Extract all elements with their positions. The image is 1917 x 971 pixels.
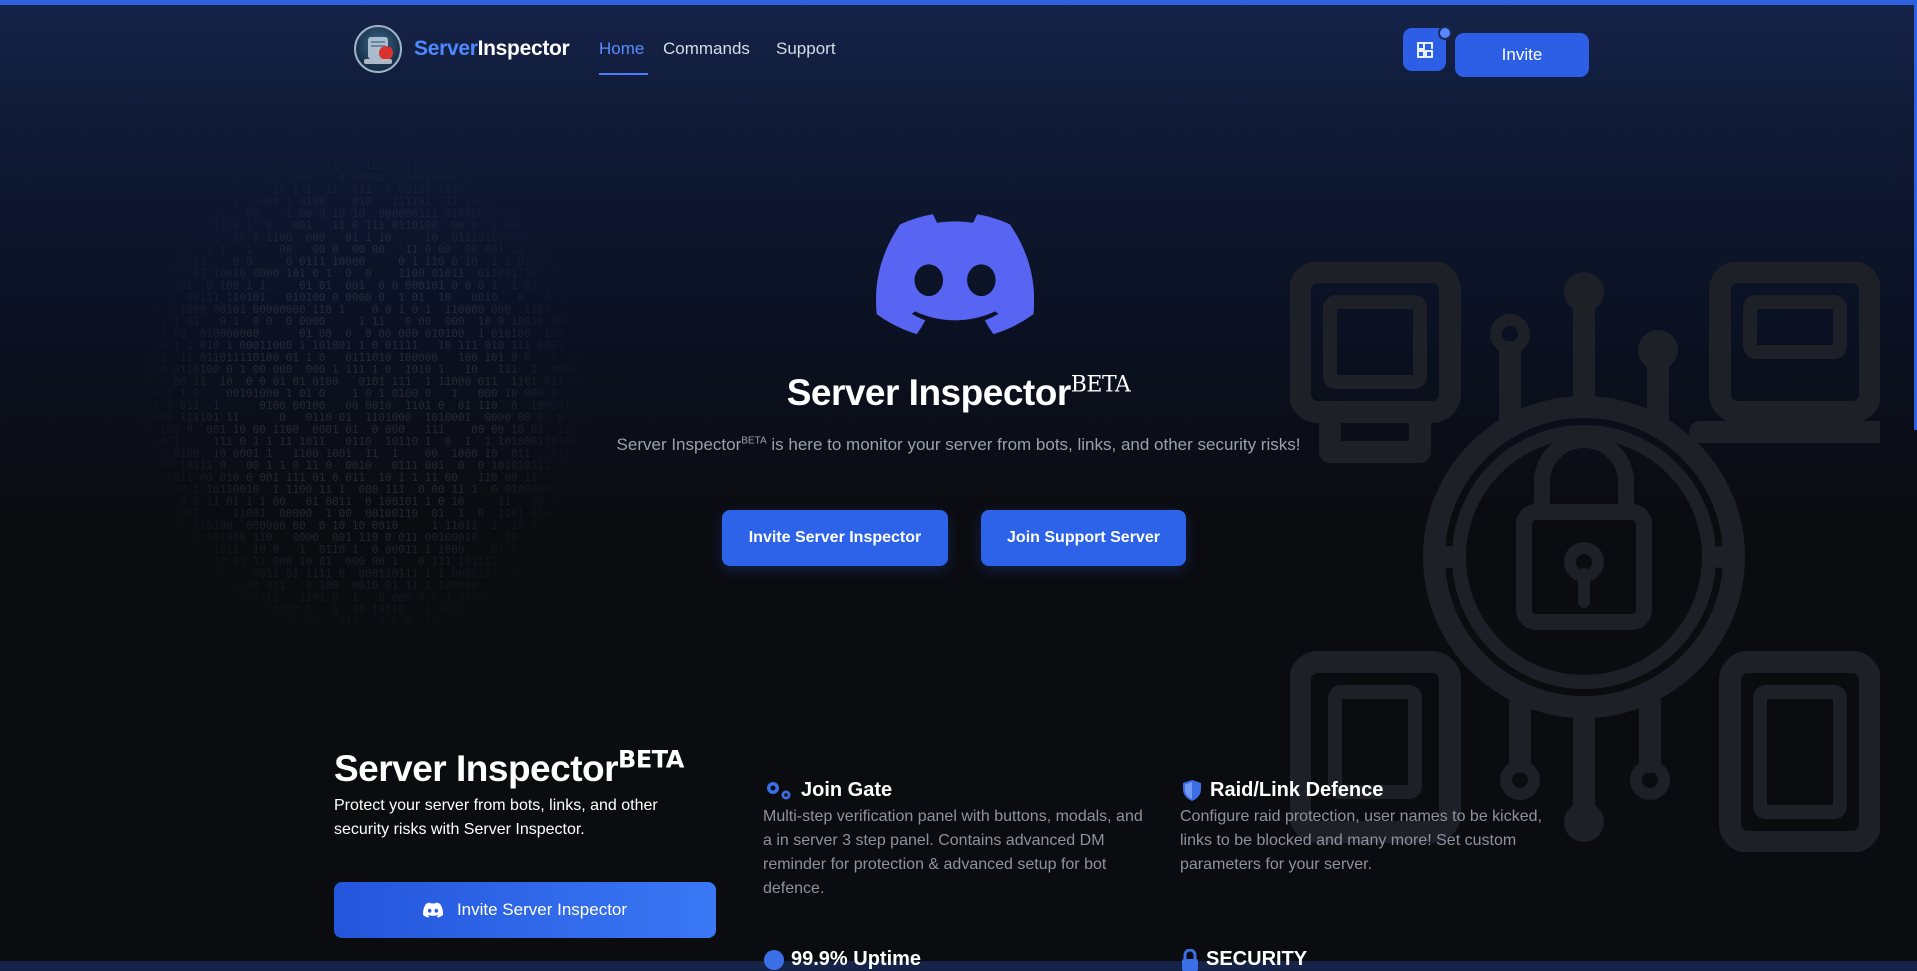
feature-security-title: SECURITY <box>1180 948 1307 971</box>
hero-subtitle-beta: BETA <box>741 435 767 447</box>
shield-icon <box>1183 780 1201 801</box>
section-invite-button[interactable]: Invite Server Inspector <box>334 882 716 938</box>
feature-raid-defence-title: Raid/Link Defence <box>1180 778 1383 802</box>
feature-security-label: SECURITY <box>1206 948 1308 970</box>
active-link-underline <box>599 73 648 75</box>
hero-invite-button[interactable]: Invite Server Inspector <box>722 510 948 566</box>
section-description: Protect your server from bots, links, an… <box>334 797 658 838</box>
section-title: Server InspectorBETA <box>334 748 684 790</box>
feature-uptime-label: 99.9% Uptime <box>791 948 922 970</box>
nav-link-home[interactable]: Home <box>599 39 644 59</box>
hero-title-beta: BETA <box>1070 372 1131 398</box>
feature-join-gate-label: Join Gate <box>801 778 893 801</box>
section-title-beta: BETA <box>618 745 684 774</box>
info-icon <box>764 949 784 970</box>
nav-link-support[interactable]: Support <box>776 39 836 59</box>
circuit-lock-illustration <box>1290 262 1880 852</box>
brand-name-part2: Inspector <box>477 37 570 60</box>
feature-raid-defence-desc: Configure raid protection, user names to… <box>1180 808 1542 873</box>
discord-icon <box>422 902 443 918</box>
brand-logo[interactable] <box>354 25 402 73</box>
nav-link-commands[interactable]: Commands <box>663 39 750 59</box>
nav-invite-button[interactable]: Invite <box>1455 33 1589 77</box>
feature-uptime-title: 99.9% Uptime <box>763 948 921 971</box>
gears-icon <box>767 782 791 800</box>
dashboard-icon <box>1416 41 1433 58</box>
hero-title: Server InspectorBETA <box>0 372 1917 414</box>
hero-title-text: Server Inspector <box>786 372 1072 413</box>
brand-name-part1: Server <box>414 37 478 60</box>
hero-support-button[interactable]: Join Support Server <box>981 510 1186 566</box>
feature-join-gate-title: Join Gate <box>763 778 892 802</box>
hero-subtitle-rest: is here to monitor your server from bots… <box>766 435 1301 454</box>
hero-subtitle-name: Server Inspector <box>616 435 742 454</box>
brand-name[interactable]: ServerInspector <box>414 37 570 61</box>
feature-raid-defence-label: Raid/Link Defence <box>1210 778 1384 801</box>
lock-icon <box>1182 948 1198 971</box>
feature-join-gate-desc: Multi-step verification panel with butto… <box>763 808 1143 897</box>
section-invite-label: Invite Server Inspector <box>456 900 628 919</box>
navbar: ServerInspector Home Commands Support In… <box>0 5 1917 95</box>
hero-subtitle: Server InspectorBETA is here to monitor … <box>0 435 1917 455</box>
discord-logo-icon <box>876 214 1034 335</box>
section-title-text: Server Inspector <box>334 748 619 789</box>
robot-logo-icon <box>364 37 393 64</box>
notification-dot <box>1438 26 1452 40</box>
